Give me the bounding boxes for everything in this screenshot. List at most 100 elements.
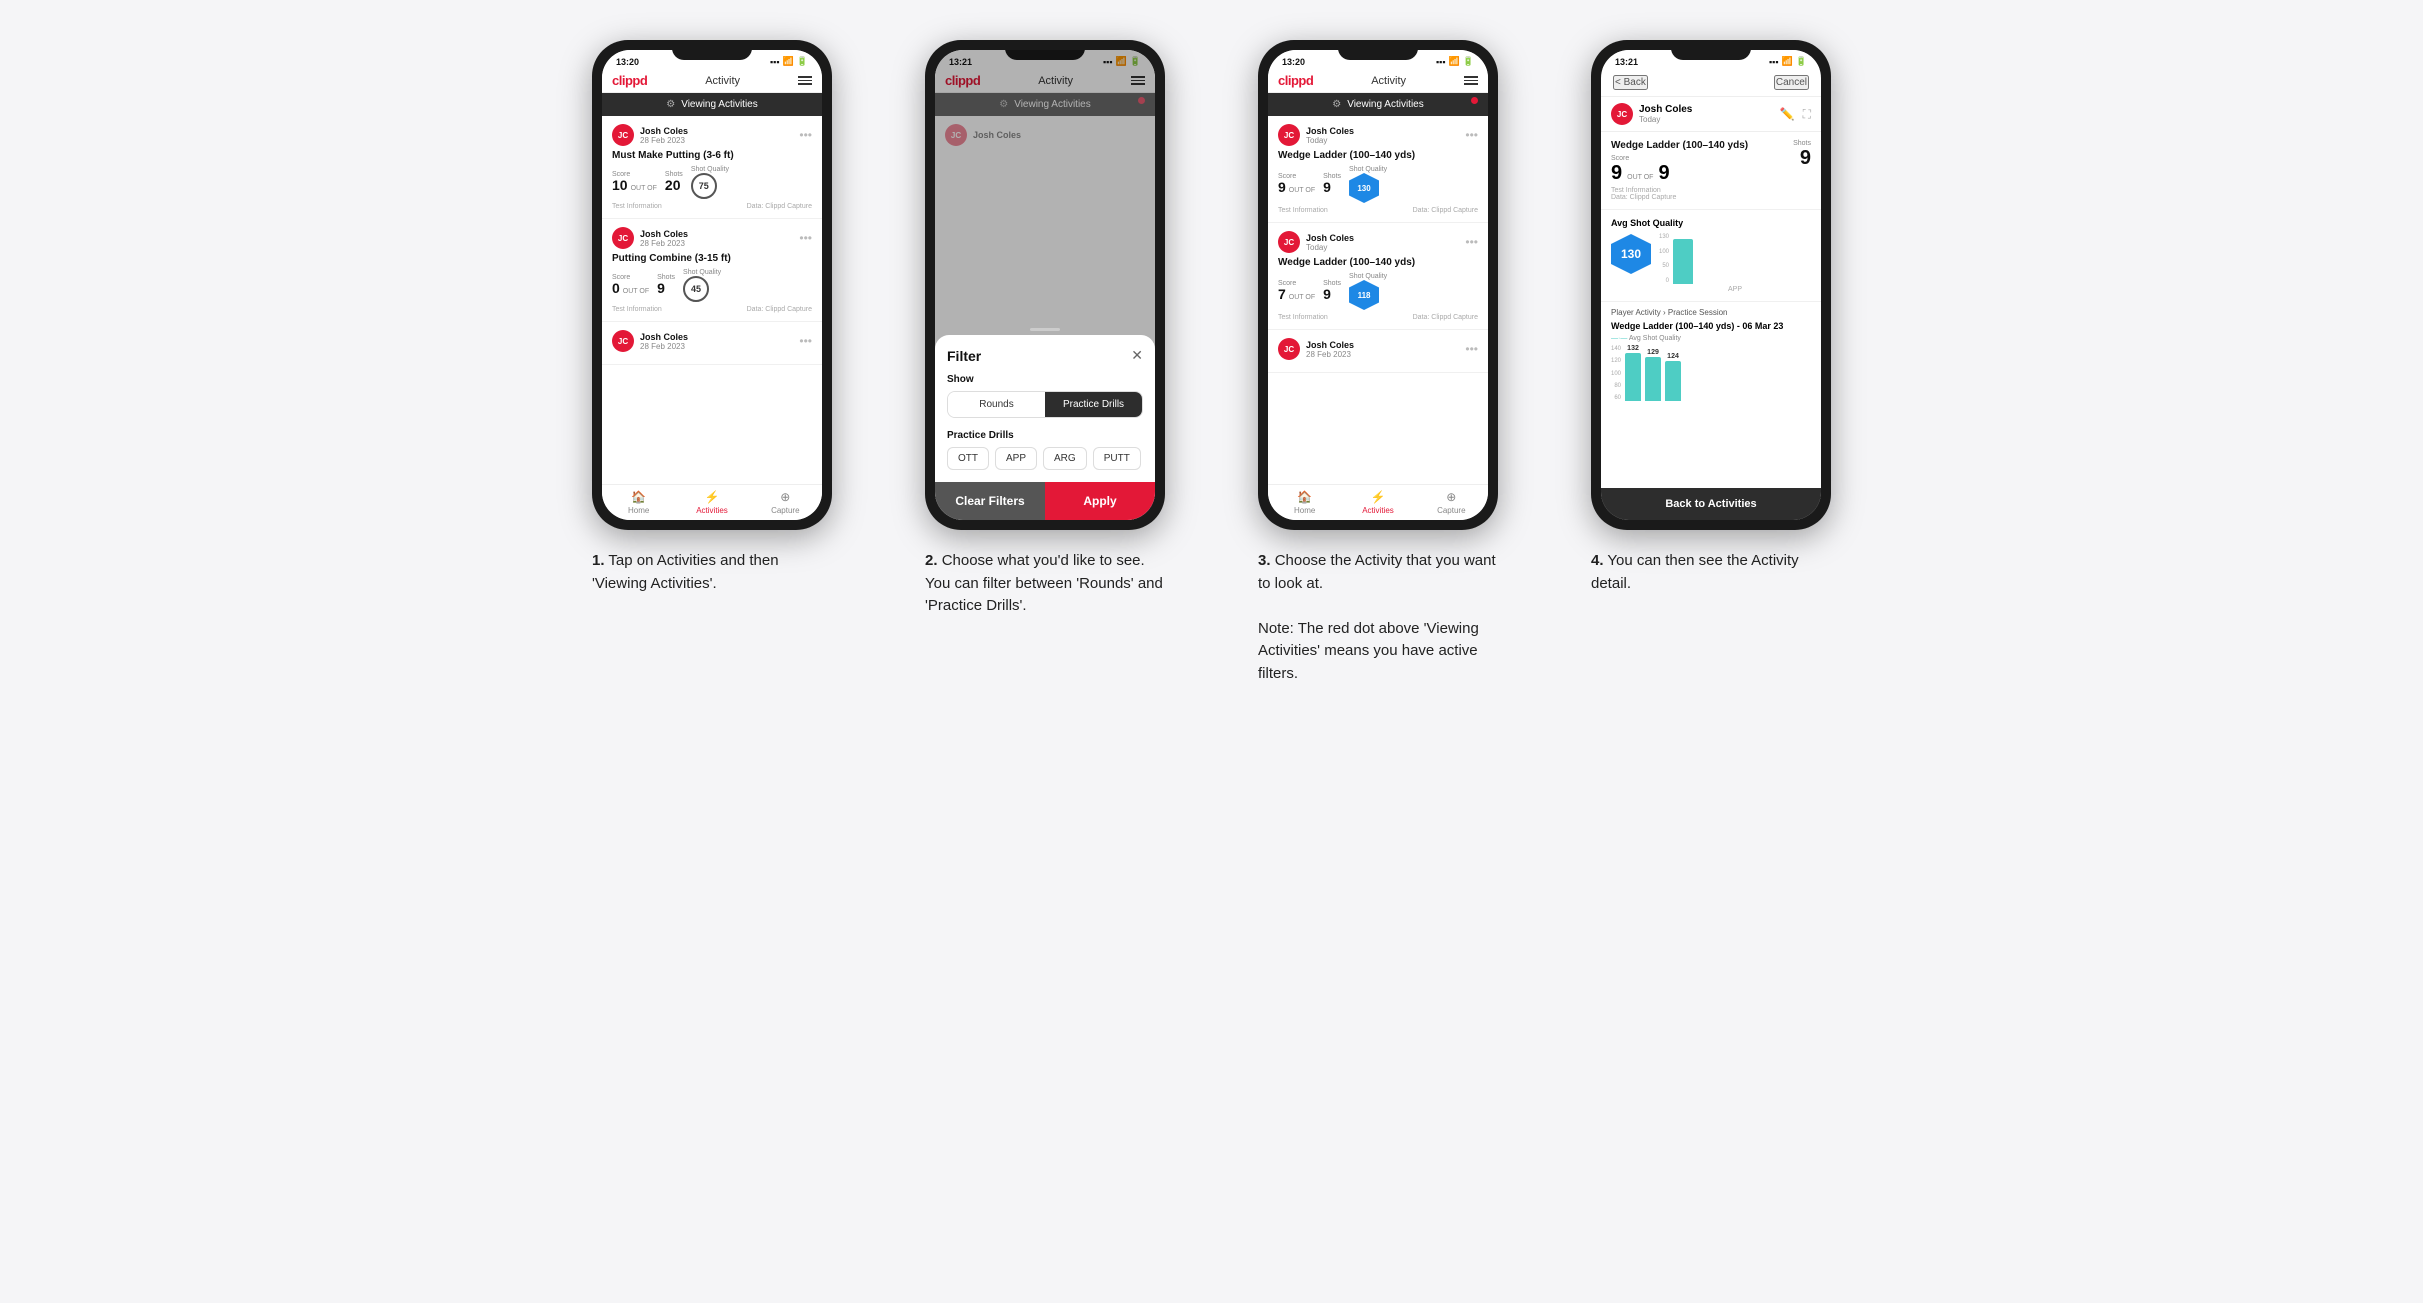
score-group-1-2: Score 0 OUT OF xyxy=(612,274,649,296)
sq-value-1-2: 45 xyxy=(691,284,701,294)
caption-2: 2. Choose what you'd like to see. You ca… xyxy=(925,550,1165,618)
activity-card-1-3[interactable]: JC Josh Coles 28 Feb 2023 ••• xyxy=(602,322,822,365)
nav-activities-label-3: Activities xyxy=(1362,506,1394,515)
back-button-4[interactable]: < Back xyxy=(1613,75,1648,90)
activity-card-1-2[interactable]: JC Josh Coles 28 Feb 2023 ••• Putting Co… xyxy=(602,219,822,322)
chart-bar-app-4 xyxy=(1673,239,1693,284)
card-header-1-2: JC Josh Coles 28 Feb 2023 ••• xyxy=(612,227,812,249)
wedge-title-4: Wedge Ladder (100–140 yds) - 06 Mar 23 xyxy=(1611,321,1811,331)
status-time-1: 13:20 xyxy=(616,57,639,67)
expand-icon-4[interactable]: ⛶ xyxy=(1803,107,1811,122)
score-num-1-1: 10 xyxy=(612,178,628,193)
three-dots-1-2[interactable]: ••• xyxy=(799,232,812,244)
phone-screen-1: 13:20 ▪▪▪ 📶 🔋 clippd Activity xyxy=(602,50,822,520)
signal-icon-1: ▪▪▪ xyxy=(770,57,780,67)
detail-action-icons-4: ✏️ ⛶ xyxy=(1780,107,1811,122)
three-dots-3-3[interactable]: ••• xyxy=(1465,343,1478,355)
nav-home-3[interactable]: 🏠 Home xyxy=(1268,485,1341,520)
nav-capture-3[interactable]: ⊕ Capture xyxy=(1415,485,1488,520)
nav-activities-3[interactable]: ⚡ Activities xyxy=(1341,485,1414,520)
menu-icon-1[interactable] xyxy=(798,76,812,85)
apply-button[interactable]: Apply xyxy=(1045,482,1155,520)
app-header-1: clippd Activity xyxy=(602,69,822,93)
cancel-button-4[interactable]: Cancel xyxy=(1774,75,1809,90)
card-header-3-3: JC Josh Coles 28 Feb 2023 ••• xyxy=(1278,338,1478,360)
menu-icon-3[interactable] xyxy=(1464,76,1478,85)
viewing-banner-3[interactable]: ⚙ Viewing Activities xyxy=(1268,93,1488,116)
out-of-1-1: OUT OF xyxy=(631,185,657,192)
detail-score-4: 9 xyxy=(1611,162,1622,185)
three-dots-1-3[interactable]: ••• xyxy=(799,335,812,347)
home-icon-3: 🏠 xyxy=(1297,490,1312,504)
sq-label-1-2: Shot Quality xyxy=(683,269,721,276)
nav-home-1[interactable]: 🏠 Home xyxy=(602,485,675,520)
filter-close-button[interactable]: ✕ xyxy=(1131,347,1143,364)
nav-capture-1[interactable]: ⊕ Capture xyxy=(749,485,822,520)
card-footer-3-2: Test Information Data: Clippd Capture xyxy=(1278,314,1478,321)
nav-capture-label-1: Capture xyxy=(771,506,799,515)
shots-group-1-2: Shots 9 xyxy=(657,274,675,296)
footer-left-3-2: Test Information xyxy=(1278,314,1328,321)
activity-card-1-1[interactable]: JC Josh Coles 28 Feb 2023 ••• Must Make … xyxy=(602,116,822,219)
ott-tag[interactable]: OTT xyxy=(947,447,989,470)
activity-card-3-2[interactable]: JC Josh Coles Today ••• Wedge Ladder (10… xyxy=(1268,223,1488,330)
sq-label-3-1: Shot Quality xyxy=(1349,166,1387,173)
back-to-activities-button-4[interactable]: Back to Activities xyxy=(1601,488,1821,520)
phone-screen-4: 13:21 ▪▪▪ 📶 🔋 < Back Cancel JC xyxy=(1601,50,1821,520)
viewing-banner-1[interactable]: ⚙ Viewing Activities xyxy=(602,93,822,116)
card-user-1-1: JC Josh Coles 28 Feb 2023 xyxy=(612,124,688,146)
filter-icon-1: ⚙ xyxy=(666,99,675,110)
stats-row-1-2: Score 0 OUT OF Shots 9 xyxy=(612,269,812,302)
three-dots-3-1[interactable]: ••• xyxy=(1465,129,1478,141)
activity-card-3-1[interactable]: JC Josh Coles Today ••• Wedge Ladder (10… xyxy=(1268,116,1488,223)
avg-section-4: Avg Shot Quality 130 130 100 50 0 xyxy=(1601,210,1821,301)
activity-card-3-3[interactable]: JC Josh Coles 28 Feb 2023 ••• xyxy=(1268,330,1488,373)
app-title-1: Activity xyxy=(705,75,740,87)
player-label-4: Player Activity xyxy=(1611,308,1661,317)
activity-title-1-1: Must Make Putting (3-6 ft) xyxy=(612,150,812,161)
drag-handle xyxy=(1030,328,1060,331)
step-1-container: 13:20 ▪▪▪ 📶 🔋 clippd Activity xyxy=(562,40,863,595)
sq-badge-1-1: 75 xyxy=(691,173,717,199)
user-date-3-1: Today xyxy=(1306,136,1354,145)
nav-activities-1[interactable]: ⚡ Activities xyxy=(675,485,748,520)
sq-label-1-1: Shot Quality xyxy=(691,166,729,173)
score-value-1-1: 10 OUT OF xyxy=(612,178,657,193)
phone-2: 13:21 ▪▪▪ 📶 🔋 clippd Activity xyxy=(925,40,1165,530)
edit-icon-4[interactable]: ✏️ xyxy=(1780,107,1795,122)
app-tag[interactable]: APP xyxy=(995,447,1037,470)
app-title-3: Activity xyxy=(1371,75,1406,87)
practice-session-label-4: Practice Session xyxy=(1668,308,1728,317)
activities-icon-1: ⚡ xyxy=(705,490,720,504)
battery-icon-1: 🔋 xyxy=(797,56,808,67)
shots-col-label-4: Shots xyxy=(1793,140,1811,147)
arg-tag[interactable]: ARG xyxy=(1043,447,1087,470)
bar-chart-4: 140 120 100 80 60 132 129 xyxy=(1611,346,1811,401)
card-user-3-1: JC Josh Coles Today xyxy=(1278,124,1354,146)
user-info-3-1: Josh Coles Today xyxy=(1306,126,1354,145)
three-dots-1-1[interactable]: ••• xyxy=(799,129,812,141)
practice-drills-tab[interactable]: Practice Drills xyxy=(1045,392,1142,417)
avatar-1-3: JC xyxy=(612,330,634,352)
avatar-1-1: JC xyxy=(612,124,634,146)
putt-tag[interactable]: PUTT xyxy=(1093,447,1141,470)
user-name-1-3: Josh Coles xyxy=(640,332,688,342)
avatar-4: JC xyxy=(1611,103,1633,125)
card-footer-3-1: Test Information Data: Clippd Capture xyxy=(1278,207,1478,214)
cards-area-3: JC Josh Coles Today ••• Wedge Ladder (10… xyxy=(1268,116,1488,484)
quality-hex-4: 130 xyxy=(1611,234,1651,274)
filter-modal-overlay: Filter ✕ Show Rounds Practice Drills Pra… xyxy=(935,50,1155,520)
chart-area-4: 130 100 50 0 APP xyxy=(1659,234,1811,293)
clear-filters-button[interactable]: Clear Filters xyxy=(935,482,1045,520)
bar-3-4: 124 xyxy=(1665,353,1681,401)
sq-badge-1-2: 45 xyxy=(683,276,709,302)
caption-text-1: Tap on Activities and then 'Viewing Acti… xyxy=(592,552,779,592)
rounds-tab[interactable]: Rounds xyxy=(948,392,1045,417)
card-user-3-2: JC Josh Coles Today xyxy=(1278,231,1354,253)
sq-group-1-2: Shot Quality 45 xyxy=(683,269,721,302)
chart-bars-4 xyxy=(1673,234,1811,284)
cards-area-1: JC Josh Coles 28 Feb 2023 ••• Must Make … xyxy=(602,116,822,484)
three-dots-3-2[interactable]: ••• xyxy=(1465,236,1478,248)
step-3-container: 13:20 ▪▪▪ 📶 🔋 clippd Activity xyxy=(1228,40,1529,685)
footer-left-1-1: Test Information xyxy=(612,203,662,210)
